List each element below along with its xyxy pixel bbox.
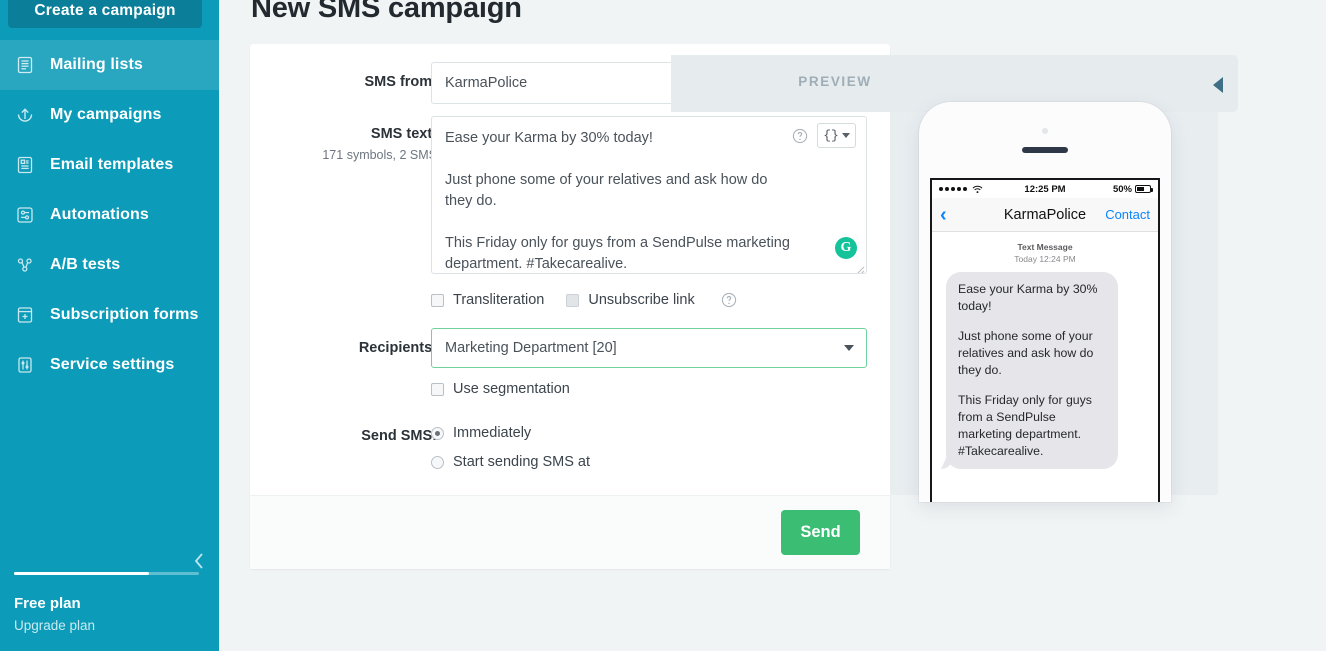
status-bar-time: 12:25 PM xyxy=(932,184,1158,195)
sms-text-label: SMS text: xyxy=(250,126,437,142)
sidebar-item-label: Mailing lists xyxy=(50,56,143,74)
transliteration-checkbox[interactable] xyxy=(431,294,444,307)
message-paragraph: Just phone some of your relatives and as… xyxy=(958,328,1106,379)
automation-flow-icon xyxy=(14,204,36,226)
sidebar-item-email-templates[interactable]: Email templates xyxy=(0,140,219,190)
sidebar-item-service-settings[interactable]: Service settings xyxy=(0,340,219,390)
phone-screen: 12:25 PM 50% ‹ KarmaPolice Contact Text … xyxy=(930,178,1160,502)
grammarly-icon[interactable]: G xyxy=(835,237,857,259)
chevron-left-icon xyxy=(192,552,206,570)
preview-collapse-button[interactable] xyxy=(1208,74,1230,96)
recipients-select[interactable]: Marketing Department [20] xyxy=(431,328,867,368)
sidebar-collapse-button[interactable] xyxy=(187,549,211,573)
sidebar-item-label: Email templates xyxy=(50,156,173,174)
ab-split-icon xyxy=(14,254,36,276)
sms-text-line: This Friday only for guys from a SendPul… xyxy=(445,233,795,274)
sidebar-item-ab-tests[interactable]: A/B tests xyxy=(0,240,219,290)
sms-campaign-form-card: SMS from: xyxy=(250,44,890,569)
message-bubble: Ease your Karma by 30% today! Just phone… xyxy=(946,272,1118,469)
unsubscribe-link-checkbox-row[interactable]: Unsubscribe link xyxy=(566,292,694,308)
message-meta-time: Today 12:24 PM xyxy=(1014,254,1075,264)
radio-immediately[interactable] xyxy=(431,427,444,440)
sms-text-line: Ease your Karma by 30% today! xyxy=(445,128,795,149)
page-title: New SMS campaign xyxy=(251,0,522,25)
plan-usage-bar xyxy=(14,572,199,575)
caret-down-icon[interactable] xyxy=(844,345,854,351)
send-button[interactable]: Send xyxy=(781,510,860,555)
sidebar-nav: Mailing lists My campaigns xyxy=(0,40,219,390)
sms-text-line: Just phone some of your relatives and as… xyxy=(445,170,795,212)
contact-button[interactable]: Contact xyxy=(1105,207,1150,222)
sidebar-item-label: Service settings xyxy=(50,356,174,374)
sendpulse-sms-campaign-page: Create a campaign Mailing lists xyxy=(0,0,1326,651)
recipients-label: Recipients: xyxy=(250,340,437,356)
use-segmentation-label: Use segmentation xyxy=(453,381,570,397)
triangle-left-icon xyxy=(1211,75,1227,95)
form-plus-icon xyxy=(14,304,36,326)
sms-from-label: SMS from: xyxy=(250,74,437,90)
radio-immediately-label: Immediately xyxy=(453,425,531,441)
sidebar-item-label: My campaigns xyxy=(50,106,161,124)
sidebar: Create a campaign Mailing lists xyxy=(0,0,219,651)
sidebar-item-my-campaigns[interactable]: My campaigns xyxy=(0,90,219,140)
upload-campaign-icon xyxy=(14,104,36,126)
recipients-value: Marketing Department [20] xyxy=(445,340,617,356)
list-icon xyxy=(14,54,36,76)
sidebar-item-automations[interactable]: Automations xyxy=(0,190,219,240)
message-meta-title: Text Message xyxy=(1017,242,1072,252)
sliders-icon xyxy=(14,354,36,376)
sms-text-textarea[interactable]: Ease your Karma by 30% today! Just phone… xyxy=(431,116,867,274)
send-option-scheduled[interactable]: Start sending SMS at xyxy=(431,454,590,470)
phone-camera-icon xyxy=(1042,128,1048,134)
use-segmentation-checkbox[interactable] xyxy=(431,383,444,396)
send-sms-label: Send SMS: xyxy=(250,428,437,444)
sidebar-item-mailing-lists[interactable]: Mailing lists xyxy=(0,40,219,90)
question-circle-icon[interactable] xyxy=(721,292,737,308)
sidebar-item-label: Automations xyxy=(50,206,149,224)
plan-block: Free plan Upgrade plan xyxy=(0,572,219,633)
recipients-select-wrap: Marketing Department [20] xyxy=(431,328,867,368)
transliteration-label: Transliteration xyxy=(453,292,544,308)
message-meta: Text Message Today 12:24 PM xyxy=(932,232,1158,272)
template-icon xyxy=(14,154,36,176)
sidebar-item-label: A/B tests xyxy=(50,256,120,274)
battery-icon xyxy=(1135,185,1151,193)
form-footer: Send xyxy=(250,495,890,569)
phone-status-bar: 12:25 PM 50% xyxy=(932,180,1158,198)
variables-dropdown-button[interactable]: {} xyxy=(817,123,856,148)
phone-nav-bar: ‹ KarmaPolice Contact xyxy=(932,198,1158,232)
radio-start-sending-at-label: Start sending SMS at xyxy=(453,454,590,470)
unsubscribe-link-label: Unsubscribe link xyxy=(588,292,694,308)
textarea-resize-handle[interactable] xyxy=(855,262,865,272)
send-option-immediately[interactable]: Immediately xyxy=(431,425,590,441)
sidebar-item-subscription-forms[interactable]: Subscription forms xyxy=(0,290,219,340)
create-campaign-label: Create a campaign xyxy=(34,2,175,20)
message-paragraph: Ease your Karma by 30% today! xyxy=(958,281,1106,315)
sms-text-counter: 171 symbols, 2 SMS xyxy=(250,148,437,162)
plan-name: Free plan xyxy=(14,595,219,612)
unsubscribe-link-checkbox[interactable] xyxy=(566,294,579,307)
preview-title: PREVIEW xyxy=(671,74,999,89)
use-segmentation-checkbox-row[interactable]: Use segmentation xyxy=(431,381,570,397)
message-paragraph: This Friday only for guys from a SendPul… xyxy=(958,392,1106,460)
phone-mockup: 12:25 PM 50% ‹ KarmaPolice Contact Text … xyxy=(919,102,1171,502)
question-circle-icon[interactable] xyxy=(792,128,808,144)
upgrade-plan-link[interactable]: Upgrade plan xyxy=(14,618,219,633)
phone-speaker-icon xyxy=(1022,147,1068,153)
sidebar-item-label: Subscription forms xyxy=(50,306,198,324)
radio-start-sending-at[interactable] xyxy=(431,456,444,469)
variables-button-label: {} xyxy=(823,129,839,142)
grammarly-letter: G xyxy=(841,240,852,256)
transliteration-checkbox-row[interactable]: Transliteration xyxy=(431,292,544,308)
create-campaign-button[interactable]: Create a campaign xyxy=(8,0,202,28)
caret-down-icon xyxy=(842,133,850,138)
